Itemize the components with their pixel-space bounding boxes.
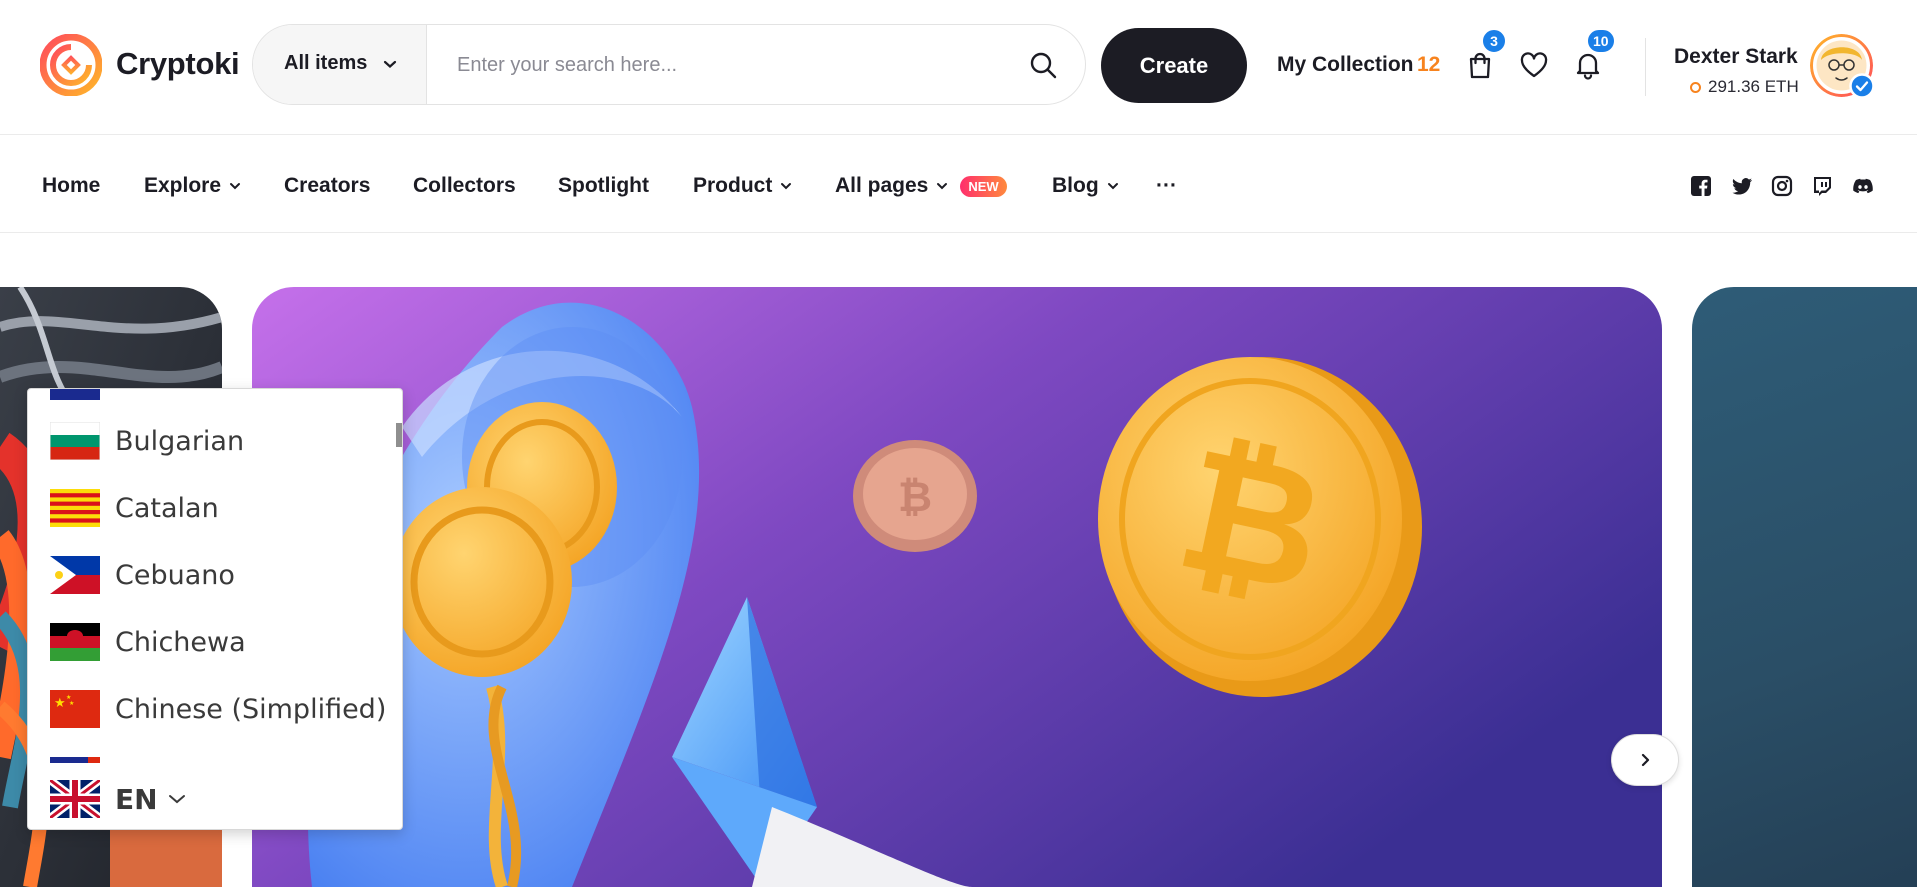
discord-icon[interactable] — [1852, 175, 1874, 197]
nav-blog-label: Blog — [1052, 174, 1099, 197]
nav-spotlight-label: Spotlight — [558, 174, 649, 197]
cart-count-badge: 3 — [1481, 28, 1507, 54]
shopping-bag-icon[interactable] — [1465, 50, 1495, 80]
my-collection-link[interactable]: My Collection — [1277, 53, 1414, 77]
svg-text:₿: ₿ — [898, 472, 932, 521]
nav-all-pages-label: All pages — [835, 174, 929, 197]
china-flag-icon: ★ ★★ — [50, 690, 100, 728]
philippines-flag-icon — [50, 556, 100, 594]
my-collection-count: 12 — [1417, 53, 1441, 76]
nav-creators-label: Creators — [284, 174, 371, 197]
chevron-down-icon — [781, 183, 792, 190]
search-category-label: All items — [284, 52, 368, 74]
notifications-count-badge: 10 — [1586, 28, 1616, 54]
chevron-down-icon — [937, 183, 948, 190]
instagram-icon[interactable] — [1771, 175, 1793, 197]
heart-icon[interactable] — [1519, 50, 1549, 80]
search-input[interactable] — [457, 45, 997, 85]
chevron-down-icon — [168, 795, 185, 804]
chevron-down-icon — [1107, 183, 1118, 190]
language-option-partial[interactable] — [28, 389, 402, 411]
language-option-partial[interactable] — [28, 746, 402, 764]
header-divider — [1645, 38, 1646, 96]
top-header: Cryptoki All items Create My Collection … — [0, 0, 1917, 135]
svg-text:★: ★ — [54, 696, 66, 711]
language-option-label: Chinese (Simplified) — [115, 693, 387, 725]
language-selector-toggle[interactable]: EN — [50, 779, 186, 819]
search-bar: All items — [252, 24, 1086, 105]
nav-collectors-label: Collectors — [413, 174, 516, 197]
nav-all-pages[interactable]: All pages NEW — [835, 174, 1007, 198]
language-dropdown: Bulgarian Catalan Cebuano Chichewa ★ ★ ★ C… — [27, 388, 403, 830]
catalonia-flag-icon — [50, 489, 100, 527]
new-badge: NEW — [960, 175, 1007, 197]
malawi-flag-icon — [50, 623, 100, 661]
create-button[interactable]: Create — [1101, 28, 1247, 103]
twitch-icon[interactable] — [1811, 175, 1833, 197]
search-category-select[interactable]: All items — [253, 25, 427, 104]
nav-spotlight[interactable]: Spotlight — [558, 174, 649, 198]
bulgaria-flag-icon — [50, 422, 100, 460]
user-balance: 291.36 ETH — [1708, 77, 1799, 96]
chevron-down-icon — [230, 183, 241, 190]
nav-product-label: Product — [693, 174, 773, 197]
twitter-icon[interactable] — [1731, 175, 1753, 197]
svg-text:★: ★ — [69, 700, 74, 707]
current-language-label: EN — [115, 782, 158, 816]
nav-creators[interactable]: Creators — [284, 174, 370, 198]
more-icon: ··· — [1156, 174, 1177, 197]
language-option-label: Catalan — [115, 492, 219, 524]
language-option-cebuano[interactable]: Cebuano — [28, 545, 402, 605]
nav-explore[interactable]: Explore — [144, 174, 241, 198]
chevron-down-icon — [383, 60, 397, 68]
nav-explore-label: Explore — [144, 174, 222, 197]
flag-icon — [50, 389, 100, 400]
language-option-bulgarian[interactable]: Bulgarian — [28, 411, 402, 471]
bitcoin-wallet-illustration: ₿ ₿ — [252, 287, 1662, 887]
carousel-slide-current[interactable]: ₿ ₿ — [252, 287, 1662, 887]
language-option-catalan[interactable]: Catalan — [28, 478, 402, 538]
eth-icon — [1690, 82, 1701, 93]
language-list[interactable]: Bulgarian Catalan Cebuano Chichewa ★ ★ ★ C… — [28, 389, 402, 764]
verified-check-icon — [1849, 73, 1875, 99]
language-list-scrollbar[interactable] — [396, 423, 402, 447]
nav-blog[interactable]: Blog — [1052, 174, 1119, 198]
nav-home-label: Home — [42, 174, 101, 197]
language-option-chichewa[interactable]: Chichewa — [28, 612, 402, 672]
main-navigation: Home Explore Creators Collectors Spotlig… — [0, 136, 1917, 233]
user-name[interactable]: Dexter Stark — [1674, 45, 1798, 69]
cryptoki-logo[interactable] — [40, 34, 102, 96]
flag-icon — [50, 757, 100, 764]
nav-more[interactable]: ··· — [1156, 174, 1177, 198]
language-option-label: Cebuano — [115, 559, 235, 591]
language-option-chinese-simplified[interactable]: ★ ★ ★ Chinese (Simplified) — [28, 679, 402, 739]
nav-home[interactable]: Home — [42, 174, 100, 198]
language-option-label: Bulgarian — [115, 425, 245, 457]
bell-icon[interactable] — [1573, 50, 1603, 80]
facebook-icon[interactable] — [1690, 175, 1712, 197]
uk-flag-icon — [50, 780, 100, 818]
chevron-right-icon — [1641, 753, 1650, 767]
carousel-next-button[interactable] — [1611, 734, 1679, 786]
brand-name[interactable]: Cryptoki — [116, 46, 240, 82]
nav-product[interactable]: Product — [693, 174, 792, 198]
nav-collectors[interactable]: Collectors — [413, 174, 516, 198]
carousel-slide-next[interactable] — [1692, 287, 1917, 887]
language-option-label: Chichewa — [115, 626, 246, 658]
search-icon[interactable] — [1029, 51, 1057, 79]
